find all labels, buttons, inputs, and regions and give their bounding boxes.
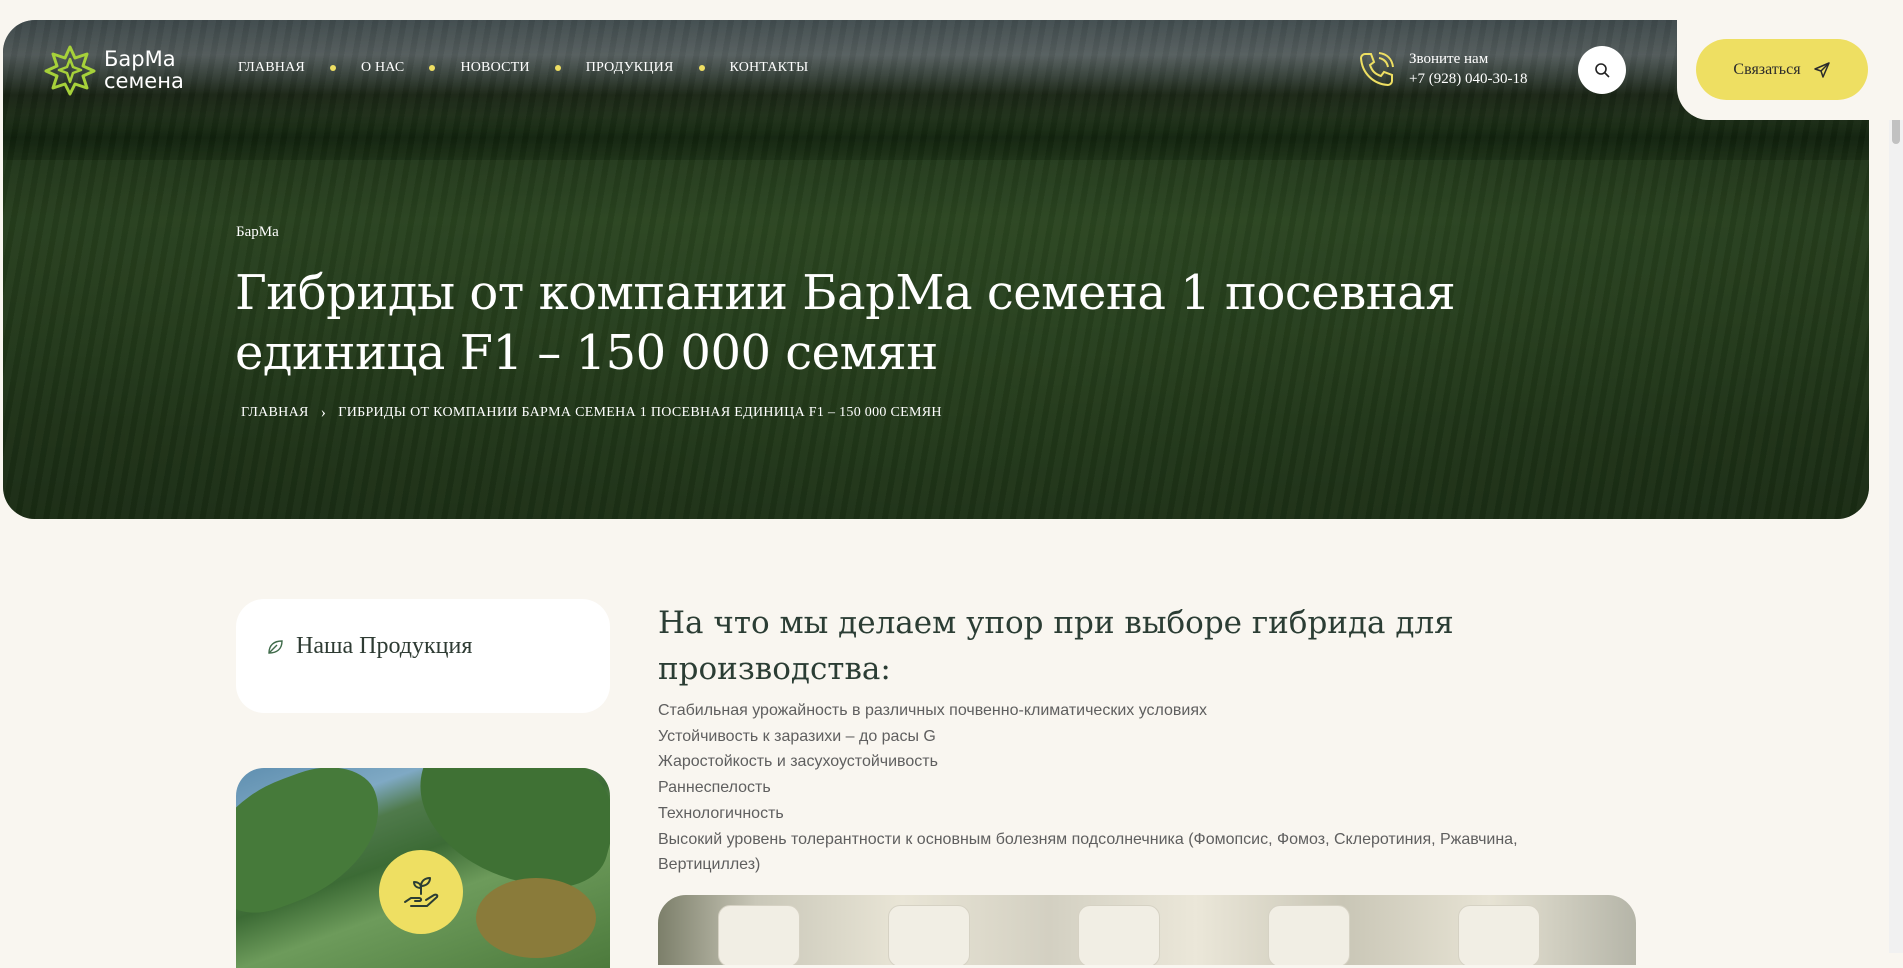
phone-number[interactable]: +7 (928) 040-30-18 xyxy=(1409,69,1527,89)
logo-line2: семена xyxy=(104,69,184,93)
list-item: Технологичность xyxy=(658,804,784,822)
hero-subtitle: БарМа xyxy=(236,224,279,240)
image-bag xyxy=(1458,905,1540,965)
search-icon xyxy=(1595,63,1610,78)
list-item: Высокий уровень толерантности к основным… xyxy=(658,830,1518,874)
nav-separator xyxy=(554,65,561,71)
breadcrumb: ГЛАВНАЯ › ГИБРИДЫ ОТ КОМПАНИИ БАРМА СЕМЕ… xyxy=(241,404,942,422)
image-leaf xyxy=(236,768,402,926)
chevron-right-icon: › xyxy=(320,404,327,421)
phone-icon xyxy=(1359,52,1394,87)
nav-item-contacts[interactable]: КОНТАКТЫ xyxy=(730,60,809,76)
page-scrollbar[interactable] xyxy=(1889,0,1903,953)
sidebar-products-card: Наша Продукция xyxy=(236,599,610,713)
sprout-hand-icon xyxy=(404,877,439,907)
nav-item-news[interactable]: НОВОСТИ xyxy=(460,60,529,76)
list-item: Раннеспелость xyxy=(658,779,771,797)
feature-list: Стабильная урожайность в различных почве… xyxy=(658,698,1618,878)
nav-item-products[interactable]: ПРОДУКЦИЯ xyxy=(586,60,674,76)
contact-button-label: Связаться xyxy=(1733,60,1801,78)
image-bag xyxy=(888,905,970,965)
image-sunflower xyxy=(476,878,596,958)
list-item: Стабильная урожайность в различных почве… xyxy=(658,702,1208,719)
image-bag xyxy=(718,905,800,965)
nav-separator xyxy=(329,65,336,71)
content-heading: На что мы делаем упор при выборе гибрида… xyxy=(658,605,1454,687)
phone-caption: Звоните нам xyxy=(1409,51,1489,67)
list-item: Жаростойкость и засухоустойчивость xyxy=(658,753,938,771)
nav-item-home[interactable]: ГЛАВНАЯ xyxy=(238,60,305,76)
leaf-icon xyxy=(268,639,283,654)
nav-separator xyxy=(429,65,436,71)
breadcrumb-home[interactable]: ГЛАВНАЯ xyxy=(241,405,309,421)
breadcrumb-current: ГИБРИДЫ ОТ КОМПАНИИ БАРМА СЕМЕНА 1 ПОСЕВ… xyxy=(338,405,942,420)
paper-plane-icon xyxy=(1813,61,1830,78)
site-logo[interactable]: БарМа семена xyxy=(44,44,184,96)
logo-star-icon xyxy=(44,45,96,96)
logo-text: БарМа семена xyxy=(104,48,184,92)
nav-separator xyxy=(698,65,705,71)
contact-button[interactable]: Связаться xyxy=(1696,39,1868,100)
sidebar-products-title[interactable]: Наша Продукция xyxy=(266,633,472,660)
main-nav: ГЛАВНАЯ О НАС НОВОСТИ ПРОДУКЦИЯ КОНТАКТЫ xyxy=(238,60,808,76)
seed-bags-image xyxy=(658,895,1636,965)
list-item: Устойчивость к заразихи – до расы G xyxy=(658,727,936,745)
page-title: Гибриды от компании БарМа семена 1 посев… xyxy=(235,265,1456,381)
sprout-hand-badge xyxy=(379,850,463,934)
image-bag xyxy=(1268,905,1350,965)
sunflower-image xyxy=(236,768,610,968)
image-bag xyxy=(1078,905,1160,965)
sidebar-products-label: Наша Продукция xyxy=(296,633,473,659)
nav-item-about[interactable]: О НАС xyxy=(361,60,404,76)
search-button[interactable] xyxy=(1578,46,1626,94)
logo-line1: БарМа xyxy=(104,47,176,71)
phone-block[interactable]: Звоните нам +7 (928) 040-30-18 xyxy=(1357,49,1527,89)
